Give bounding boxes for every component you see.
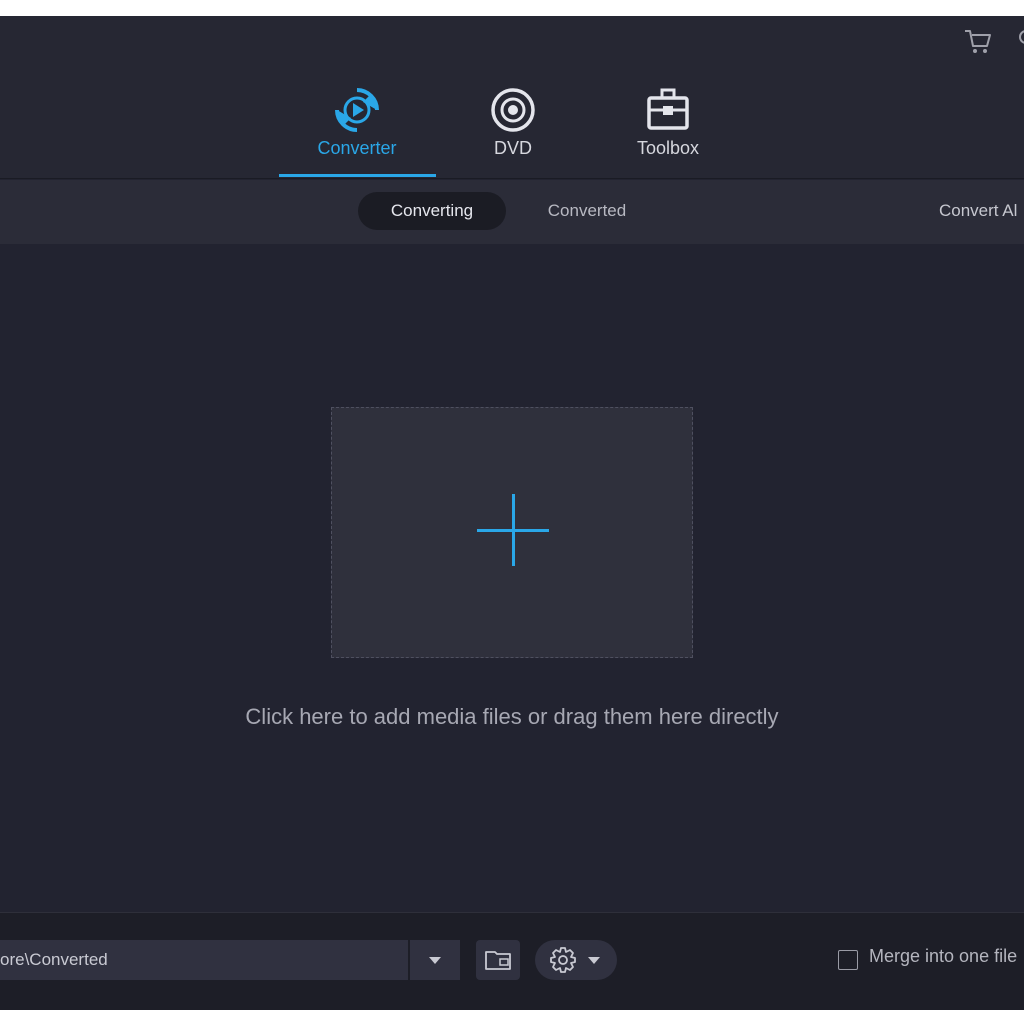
nav-dvd-label: DVD: [493, 138, 532, 158]
toolbox-icon: [647, 88, 689, 130]
dropzone-hint: Click here to add media files or drag th…: [245, 704, 779, 729]
nav-converter-label: Converter: [317, 138, 397, 158]
tab-converting[interactable]: Converting: [358, 192, 506, 230]
merge-checkbox[interactable]: [838, 950, 858, 970]
nav-converter[interactable]: Converter: [279, 78, 435, 180]
output-path-dropdown[interactable]: [410, 940, 460, 980]
top-navigation-bar: Converter DVD Toolbox: [0, 16, 1024, 179]
divider: [0, 178, 1024, 179]
active-tab-indicator: [279, 174, 436, 177]
converter-icon: [335, 88, 379, 132]
nav-toolbox-label: Toolbox: [636, 138, 700, 158]
output-path-text: ore\Converted: [0, 950, 108, 969]
plus-icon-vertical: [512, 494, 515, 566]
bottom-bar: ore\Converted Merge into one file: [0, 912, 1024, 1010]
sub-tab-bar: Converting Converted Convert Al: [0, 180, 1024, 244]
merge-label: Merge into one file: [869, 946, 1018, 966]
open-folder-button[interactable]: [476, 940, 520, 980]
folder-icon: [485, 951, 511, 970]
cart-icon[interactable]: [962, 26, 994, 58]
convert-all-button[interactable]: Convert Al: [939, 192, 1017, 230]
app-window: Converter DVD Toolbox Converting Convert…: [0, 16, 1024, 1010]
nav-toolbox[interactable]: Toolbox: [590, 78, 746, 180]
add-files-dropzone[interactable]: [331, 407, 693, 658]
output-path-field[interactable]: ore\Converted: [0, 940, 408, 980]
gear-icon: [550, 947, 600, 973]
user-icon[interactable]: [1012, 28, 1024, 56]
caret-down-icon: [429, 957, 441, 964]
disc-icon: [491, 88, 535, 132]
tab-converted[interactable]: Converted: [518, 192, 656, 230]
nav-dvd[interactable]: DVD: [435, 78, 591, 180]
settings-button[interactable]: [535, 940, 617, 980]
